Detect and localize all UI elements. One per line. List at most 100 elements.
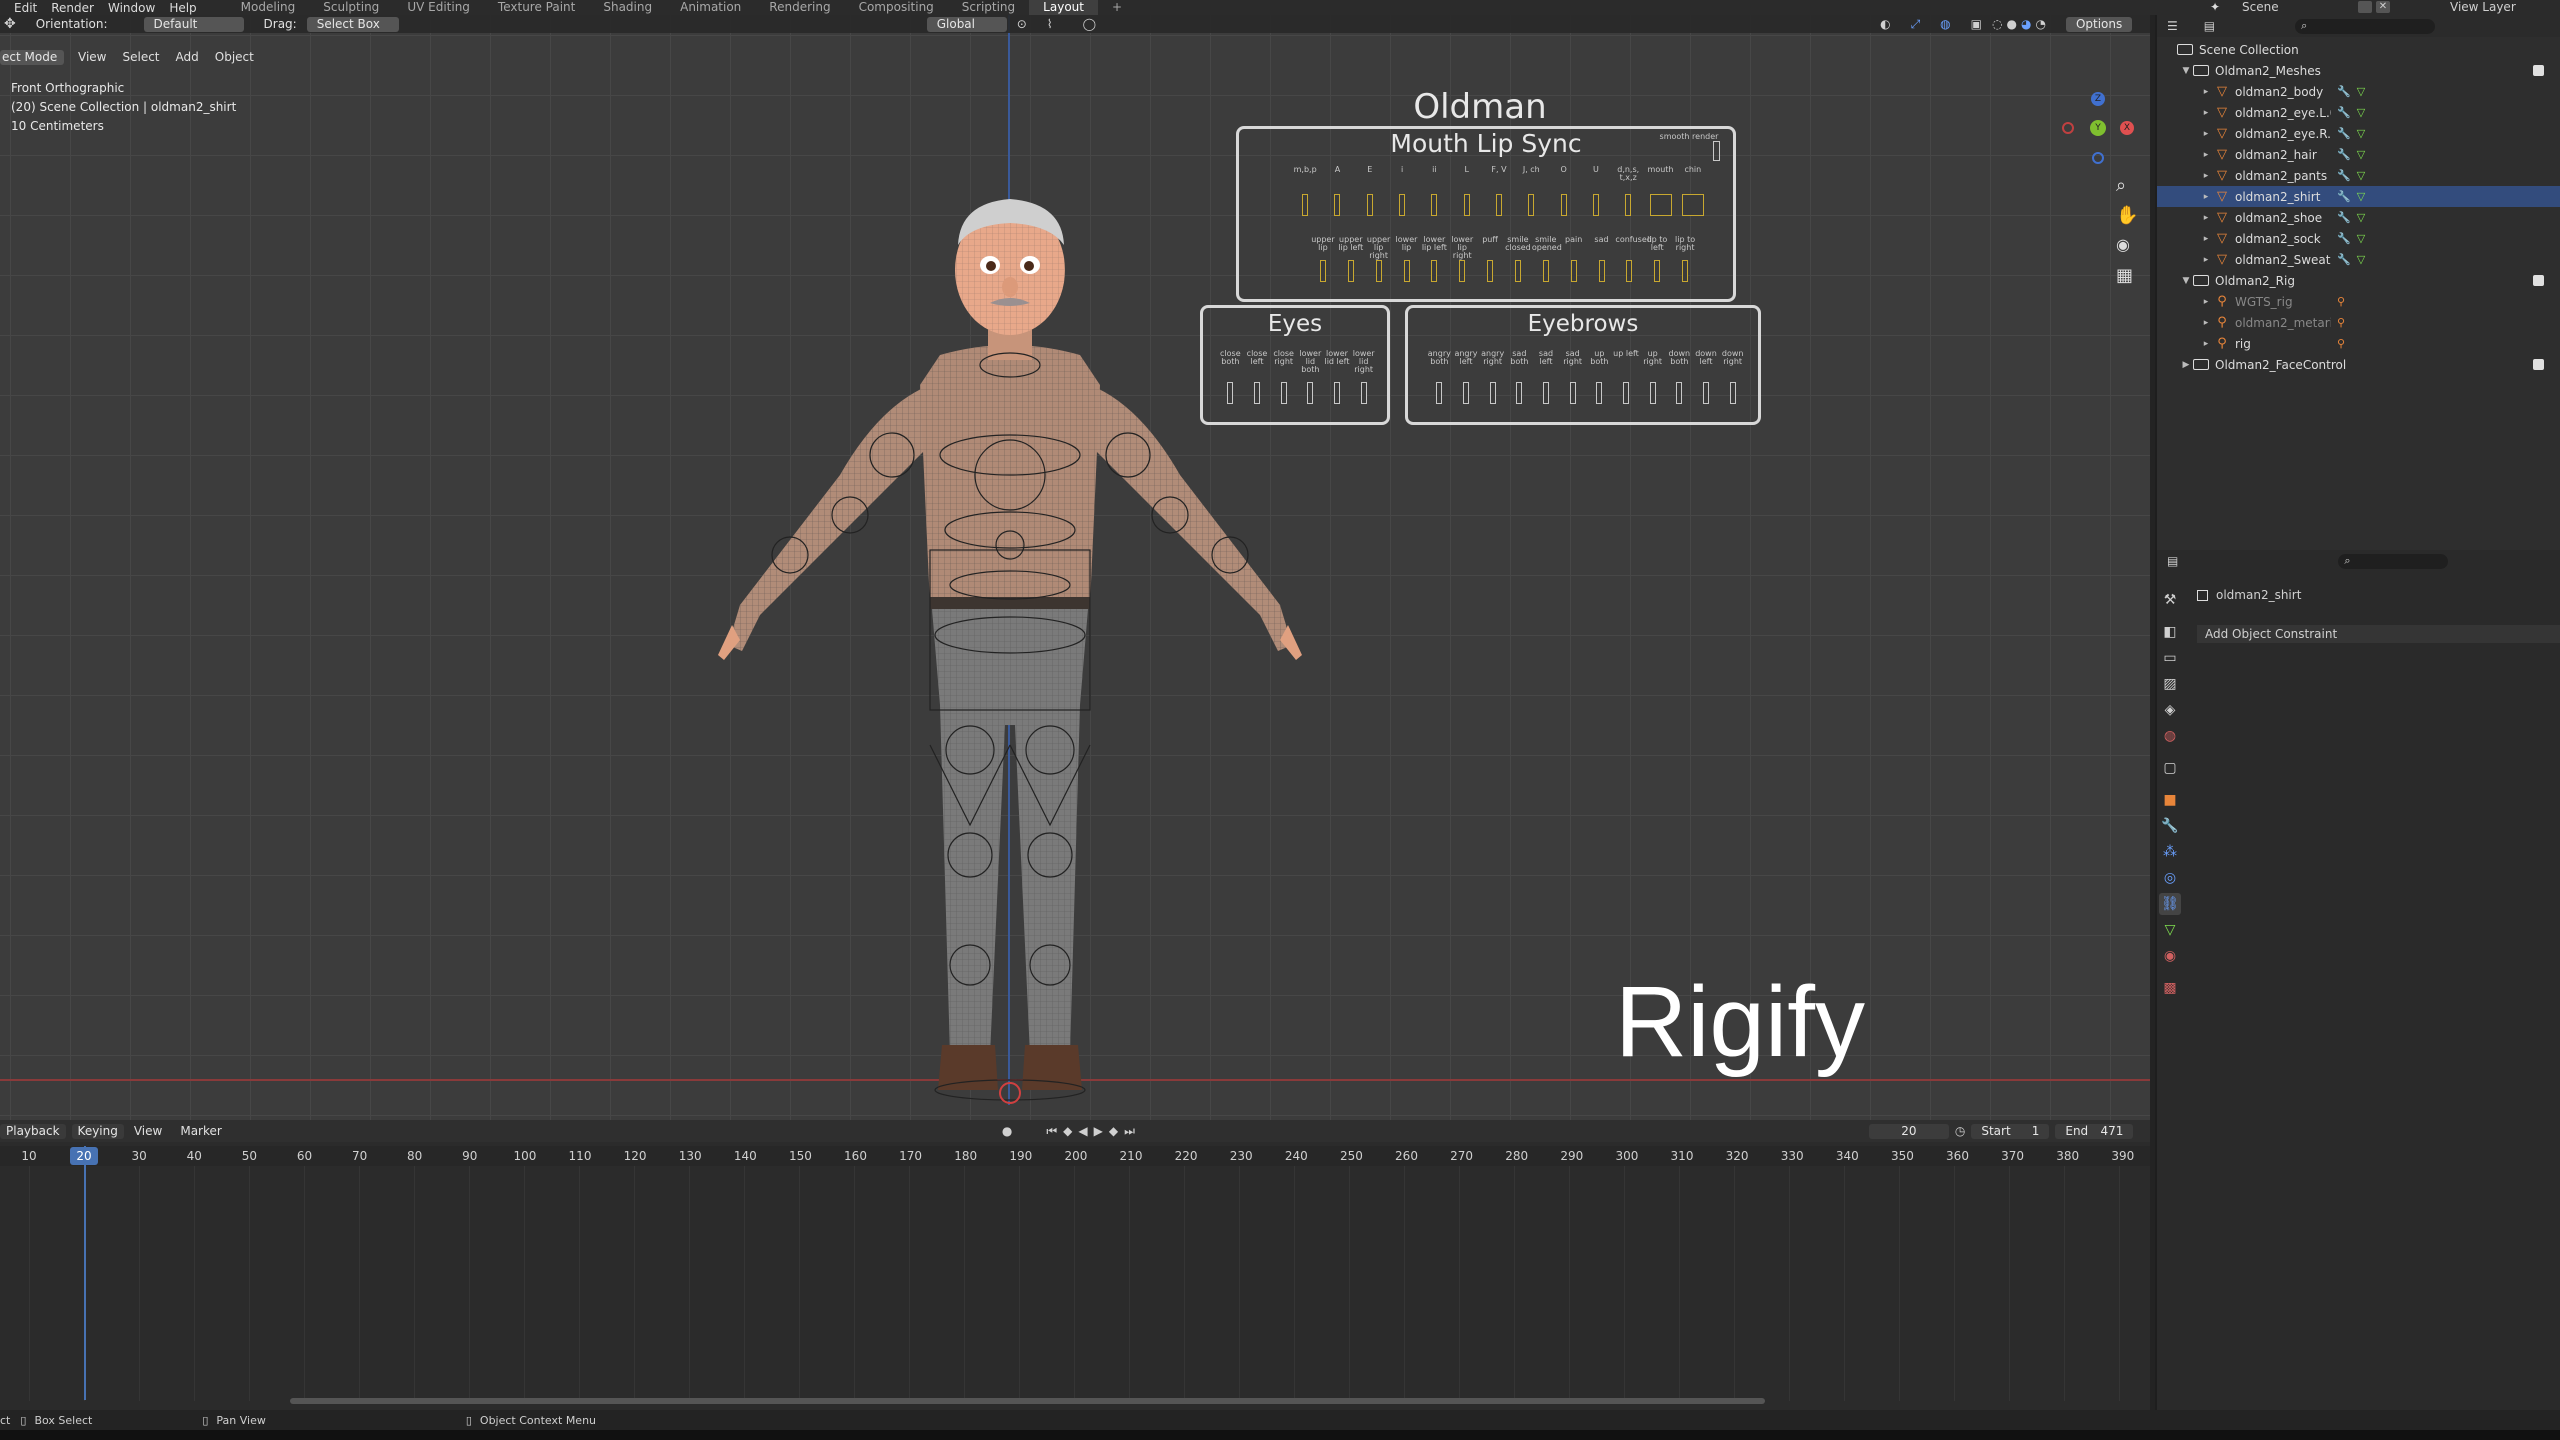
tab-animation[interactable]: Animation	[666, 0, 755, 15]
tab-sculpting[interactable]: Sculpting	[309, 0, 393, 15]
brow-col-slider[interactable]	[1729, 382, 1736, 404]
expand-right-icon[interactable]: ▸	[2199, 150, 2213, 160]
output-tab-icon[interactable]: ▭	[2159, 647, 2181, 669]
clock-icon[interactable]: ◷	[1955, 1124, 1965, 1138]
modifier-icon[interactable]: 🔧	[2337, 253, 2351, 266]
properties-search-input[interactable]: ⌕	[2338, 553, 2449, 569]
mouth-row2-slider[interactable]	[1375, 260, 1382, 282]
mouth-col-slider[interactable]	[1681, 194, 1704, 216]
outliner-object-row[interactable]: ▸ ▽ oldman2_Sweater 🔧 ▽	[2157, 249, 2560, 270]
editor-type-icon[interactable]: ☰	[2167, 19, 2178, 33]
navigation-gizmo[interactable]: Y X Z	[2060, 90, 2140, 170]
current-frame-field[interactable]: 20	[1868, 1123, 1949, 1139]
play-icon[interactable]: ▶	[1094, 1124, 1103, 1138]
properties-editor-icon[interactable]: ▤	[2167, 554, 2178, 568]
mouth-col-slider[interactable]	[1334, 194, 1341, 216]
wireframe-shading-icon[interactable]: ◌	[1992, 17, 2002, 31]
xray-icon[interactable]: ▣	[1971, 17, 1982, 31]
brow-col-slider[interactable]	[1623, 382, 1629, 404]
brow-col-slider[interactable]	[1543, 382, 1549, 404]
include-checkbox[interactable]	[2533, 359, 2544, 370]
expand-right-icon[interactable]: ▸	[2199, 318, 2213, 328]
mouth-row2-slider[interactable]	[1431, 260, 1438, 282]
transform-tool-icon[interactable]: ✥	[4, 16, 16, 32]
tool-tab-icon[interactable]: ⚒	[2159, 589, 2181, 611]
outliner-object-row[interactable]: ▸ ▽ oldman2_shirt 🔧 ▽	[2157, 186, 2560, 207]
brow-col-slider[interactable]	[1516, 382, 1523, 404]
overlay-icon[interactable]: ◍	[1940, 17, 1950, 31]
tab-layout[interactable]: Layout	[1029, 0, 1098, 15]
expand-down-icon[interactable]: ▼	[2179, 276, 2193, 286]
menu-view[interactable]: View	[78, 50, 106, 64]
menu-render[interactable]: Render	[51, 1, 94, 15]
constraint-tab-icon[interactable]: ⛓	[2159, 893, 2181, 915]
expand-down-icon[interactable]: ▼	[2179, 66, 2193, 76]
marker-menu[interactable]: Marker	[180, 1124, 221, 1138]
tab-modeling[interactable]: Modeling	[227, 0, 310, 15]
timeline-scrollbar[interactable]	[290, 1398, 1765, 1404]
mouth-row2-slider[interactable]	[1319, 260, 1326, 282]
rendered-shading-icon[interactable]: ◔	[2035, 17, 2045, 31]
snap-icon[interactable]: ⌇	[1047, 17, 1053, 31]
brow-col-slider[interactable]	[1463, 382, 1469, 404]
mouth-col-slider[interactable]	[1463, 194, 1470, 216]
expand-right-icon[interactable]: ▸	[2199, 87, 2213, 97]
mouth-row2-slider[interactable]	[1626, 260, 1633, 282]
expand-right-icon[interactable]: ▶	[2179, 360, 2193, 370]
eyes-col-slider[interactable]	[1280, 382, 1287, 404]
outliner-object-row[interactable]: ▸ ▽ oldman2_eye.L.001 🔧 ▽	[2157, 102, 2560, 123]
mouth-col-slider[interactable]	[1625, 194, 1632, 216]
jump-end-icon[interactable]: ⏭	[1124, 1124, 1135, 1139]
play-reverse-icon[interactable]: ◀	[1078, 1124, 1087, 1138]
world-tab-icon[interactable]: ◍	[2159, 725, 2181, 747]
next-keyframe-icon[interactable]: ◆	[1109, 1124, 1118, 1138]
mesh-data-icon[interactable]: ▽	[2357, 190, 2365, 203]
view-layer-name[interactable]: View Layer	[2450, 0, 2516, 14]
menu-add[interactable]: Add	[176, 50, 199, 64]
eyes-col-slider[interactable]	[1334, 382, 1340, 404]
outliner-object-row[interactable]: ▸ ▽ oldman2_body 🔧 ▽	[2157, 81, 2560, 102]
material-tab-icon[interactable]: ◉	[2159, 945, 2181, 967]
brow-col-slider[interactable]	[1436, 382, 1443, 404]
playhead[interactable]	[84, 1146, 86, 1400]
mesh-data-icon[interactable]: ▽	[2357, 85, 2365, 98]
pan-hand-icon[interactable]: ✋	[2116, 205, 2138, 226]
mesh-data-icon[interactable]: ▽	[2357, 211, 2365, 224]
new-scene-icon[interactable]	[2358, 1, 2372, 13]
modifier-tab-icon[interactable]: 🔧	[2159, 815, 2181, 837]
scene-name[interactable]: Scene	[2242, 0, 2279, 14]
outliner-object-row[interactable]: ▸ ▽ oldman2_hair 🔧 ▽	[2157, 144, 2560, 165]
collection-tab-icon[interactable]: ▢	[2159, 757, 2181, 779]
outliner-search-input[interactable]: ⌕	[2295, 18, 2436, 34]
scene-tab-icon[interactable]: ◈	[2159, 699, 2181, 721]
mesh-data-icon[interactable]: ▽	[2357, 148, 2365, 161]
mesh-data-icon[interactable]: ▽	[2357, 232, 2365, 245]
mouth-row2-slider[interactable]	[1487, 260, 1494, 282]
render-tab-icon[interactable]: ◧	[2159, 621, 2181, 643]
mouth-col-slider[interactable]	[1431, 194, 1438, 216]
mouth-row2-slider[interactable]	[1570, 260, 1577, 282]
outliner-object-row[interactable]: ▸ ▽ oldman2_pants 🔧 ▽	[2157, 165, 2560, 186]
outliner-object-row[interactable]: ▸ ▽ oldman2_sock 🔧 ▽	[2157, 228, 2560, 249]
mesh-data-icon[interactable]: ▽	[2357, 169, 2365, 182]
tab-rendering[interactable]: Rendering	[755, 0, 844, 15]
menu-edit[interactable]: Edit	[14, 1, 37, 15]
armature-data-icon[interactable]: ⚲	[2337, 295, 2345, 308]
mouth-col-slider[interactable]	[1592, 194, 1599, 216]
end-frame-field[interactable]: End 471	[2055, 1123, 2134, 1139]
transform-orientation-dropdown[interactable]: Global	[926, 16, 1007, 32]
brow-col-slider[interactable]	[1569, 382, 1576, 404]
eyes-col-slider[interactable]	[1307, 382, 1314, 404]
keying-menu[interactable]: Keying	[71, 1123, 124, 1139]
expand-right-icon[interactable]: ▸	[2199, 297, 2213, 307]
eyes-col-slider[interactable]	[1254, 382, 1260, 404]
timeline-body[interactable]	[0, 1166, 2150, 1401]
modifier-icon[interactable]: 🔧	[2337, 85, 2351, 98]
expand-right-icon[interactable]: ▸	[2199, 192, 2213, 202]
playhead-frame-badge[interactable]: 20	[70, 1147, 98, 1165]
expand-right-icon[interactable]: ▸	[2199, 234, 2213, 244]
include-checkbox[interactable]	[2533, 275, 2544, 286]
modifier-icon[interactable]: 🔧	[2337, 190, 2351, 203]
start-frame-field[interactable]: Start 1	[1971, 1123, 2050, 1139]
view-layer-tab-icon[interactable]: ▨	[2159, 673, 2181, 695]
